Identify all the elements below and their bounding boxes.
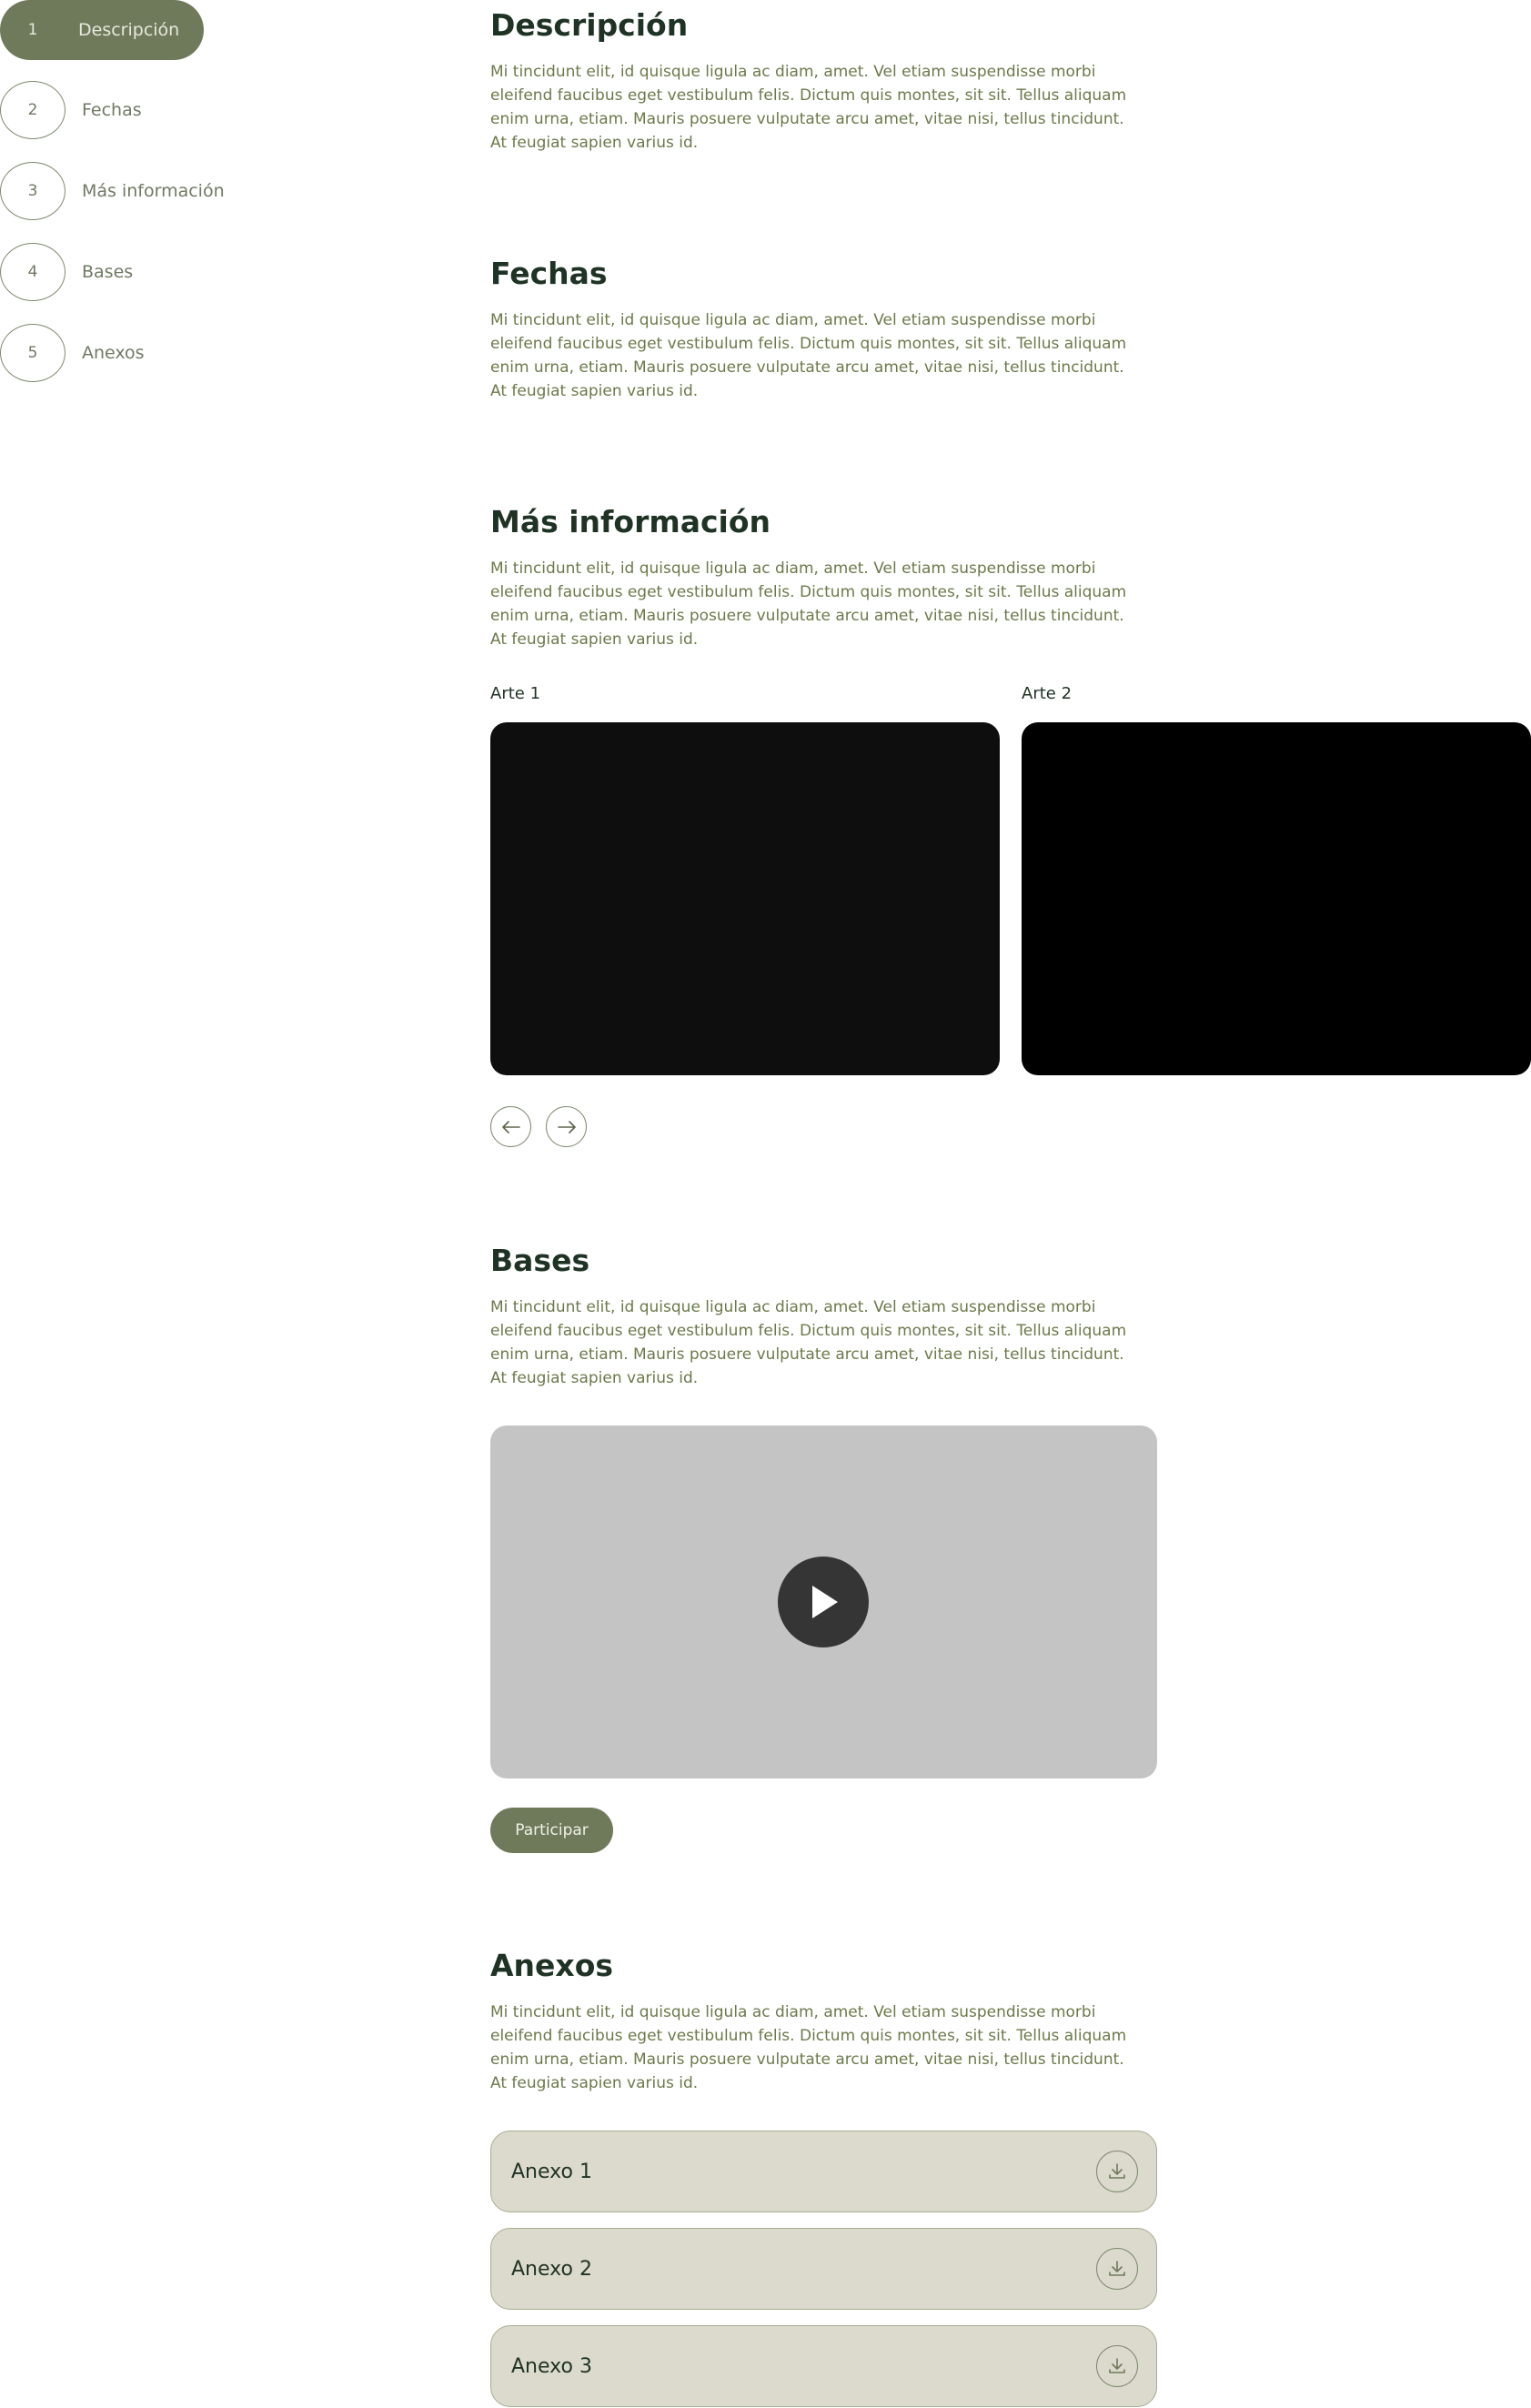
step-label: Descripción [78, 20, 180, 40]
step-label: Bases [82, 262, 134, 282]
section-mas-informacion: Más información Mi tincidunt elit, id qu… [490, 504, 1163, 651]
art-label: Arte 2 [1022, 684, 1073, 703]
section-fechas: Fechas Mi tincidunt elit, id quisque lig… [490, 256, 1163, 403]
video-player[interactable] [490, 1426, 1157, 1778]
section-title: Fechas [490, 256, 608, 291]
section-title: Bases [490, 1243, 590, 1278]
art-card[interactable]: Arte 2 [1022, 684, 1531, 1075]
step-number: 2 [0, 81, 65, 139]
stepper-item-anexos[interactable]: 5 Anexos [0, 323, 145, 383]
step-number: 1 [27, 21, 38, 39]
section-anexos: Anexos Mi tincidunt elit, id quisque lig… [490, 1948, 1163, 2095]
section-bases: Bases Mi tincidunt elit, id quisque ligu… [490, 1243, 1163, 1390]
section-title: Descripción [490, 7, 689, 43]
carousel-nav [490, 1106, 587, 1147]
annex-item[interactable]: Anexo 3 [490, 2325, 1157, 2407]
section-descripcion: Descripción Mi tincidunt elit, id quisqu… [490, 7, 1163, 155]
play-button[interactable] [778, 1557, 869, 1647]
download-icon [1109, 2358, 1125, 2373]
annex-item[interactable]: Anexo 2 [490, 2228, 1157, 2310]
art-carousel: Arte 1 Arte 2 [490, 684, 1531, 1093]
art-image[interactable] [1022, 722, 1531, 1075]
annex-item[interactable]: Anexo 1 [490, 2131, 1157, 2212]
stepper-item-bases[interactable]: 4 Bases [0, 242, 133, 302]
section-text: Mi tincidunt elit, id quisque ligula ac … [490, 1298, 1127, 1387]
section-title: Anexos [490, 1948, 614, 1983]
download-icon [1109, 2163, 1125, 2179]
art-image[interactable] [490, 722, 1000, 1075]
step-number: 5 [0, 324, 65, 382]
arrow-left-icon [501, 1120, 520, 1133]
carousel-next-button[interactable] [546, 1106, 587, 1147]
section-text: Mi tincidunt elit, id quisque ligula ac … [490, 63, 1127, 152]
download-button[interactable] [1096, 2345, 1138, 2387]
step-label: Anexos [82, 343, 145, 363]
carousel-prev-button[interactable] [490, 1106, 531, 1147]
arrow-right-icon [557, 1120, 576, 1133]
step-number: 3 [0, 162, 65, 220]
download-button[interactable] [1096, 2151, 1138, 2192]
annex-label: Anexo 2 [511, 2257, 592, 2281]
step-label: Fechas [82, 100, 142, 120]
play-icon [812, 1586, 838, 1618]
download-icon [1109, 2261, 1125, 2276]
step-label: Más información [82, 181, 225, 201]
section-text: Mi tincidunt elit, id quisque ligula ac … [490, 2003, 1127, 2092]
step-number: 4 [0, 243, 65, 301]
stepper-item-mas-informacion[interactable]: 3 Más información [0, 161, 225, 221]
section-text: Mi tincidunt elit, id quisque ligula ac … [490, 311, 1127, 400]
download-button[interactable] [1096, 2248, 1138, 2290]
annex-label: Anexo 1 [511, 2160, 592, 2183]
section-title: Más información [490, 504, 771, 539]
participar-button[interactable]: Participar [490, 1808, 613, 1853]
stepper-item-fechas[interactable]: 2 Fechas [0, 80, 142, 140]
annex-label: Anexo 3 [511, 2354, 592, 2378]
art-label: Arte 1 [490, 684, 541, 703]
art-card[interactable]: Arte 1 [490, 684, 1000, 1075]
stepper-item-descripcion[interactable]: 1 Descripción [0, 0, 204, 60]
section-text: Mi tincidunt elit, id quisque ligula ac … [490, 559, 1127, 649]
